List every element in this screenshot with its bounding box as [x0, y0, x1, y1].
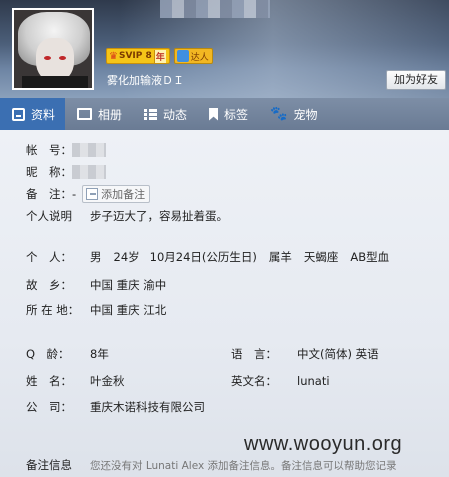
remark-label: 备注信息: [26, 458, 72, 472]
tab-bar: 资料 相册 动态 标签 🐾 宠物: [0, 98, 449, 130]
name-value: 叶金秋: [90, 374, 125, 388]
watermark: www.wooyun.org: [244, 433, 403, 455]
company-value: 重庆木诺科技有限公司: [90, 400, 205, 414]
hometown-label: 故 乡：: [26, 278, 72, 292]
remark-row: 备注信息 您还没有对 Lunati Alex 添加备注信息。备注信息可以帮助您记…: [26, 456, 446, 474]
profile-header: ♛ SVIP 8 年 达人 雾化加输液ＤＩ 加为好友: [0, 0, 449, 98]
nickname-row: 昵 称：: [26, 163, 106, 181]
bio-value: 步子迈大了，容易扯着蛋。: [90, 209, 228, 223]
zodiac-value: 天蝎座: [303, 250, 339, 264]
account-label: 帐 号：: [26, 143, 72, 157]
qage-row: Q 龄： 8年: [26, 345, 109, 363]
account-row: 帐 号：: [26, 141, 106, 159]
avatar[interactable]: [12, 8, 94, 90]
english-name-value: lunati: [297, 374, 330, 388]
note-value: -: [72, 187, 77, 201]
age-value: 24岁: [113, 250, 140, 264]
svip-badge[interactable]: ♛ SVIP 8 年: [106, 48, 170, 64]
location-row: 所 在 地： 中国 重庆 江北: [26, 301, 166, 319]
nickname-label: 昵 称：: [26, 165, 72, 179]
blood-value: AB型血: [350, 250, 390, 264]
badge-row: ♛ SVIP 8 年 达人: [106, 48, 213, 64]
nickname: 雾化加输液ＤＩ: [107, 74, 184, 87]
nickname-value-blurred: [72, 165, 106, 179]
company-row: 公 司： 重庆木诺科技有限公司: [26, 398, 205, 416]
daren-badge[interactable]: 达人: [173, 48, 213, 64]
account-value-blurred: [72, 143, 106, 157]
hometown-value: 中国 重庆 渝中: [90, 278, 167, 292]
note-row: 备 注： - 添加备注: [26, 185, 151, 203]
personal-label: 个 人：: [26, 250, 72, 264]
location-value: 中国 重庆 江北: [90, 303, 167, 317]
tab-profile[interactable]: 资料: [0, 98, 66, 130]
language-row: 语 言： 中文(简体) 英语: [231, 345, 379, 363]
name-label: 姓 名：: [26, 374, 72, 388]
language-label: 语 言：: [231, 347, 277, 361]
tab-album[interactable]: 相册: [65, 98, 132, 130]
pet-icon: 🐾: [270, 106, 288, 122]
album-icon: [77, 108, 93, 120]
edit-icon: [86, 188, 99, 200]
bio-label: 个人说明: [26, 209, 72, 223]
zodiac-cn-value: 属羊: [268, 250, 292, 264]
feed-icon: [144, 108, 158, 120]
qage-value: 8年: [90, 347, 109, 361]
hometown-row: 故 乡： 中国 重庆 渝中: [26, 276, 166, 294]
remark-value: 您还没有对 Lunati Alex 添加备注信息。备注信息可以帮助您记录: [90, 459, 397, 472]
personal-row: 个 人： 男 24岁 10月24日(公历生日) 属羊 天蝎座 AB型血: [26, 248, 389, 266]
qage-label: Q 龄：: [26, 347, 70, 361]
tab-pet[interactable]: 🐾 宠物: [258, 98, 327, 130]
company-label: 公 司：: [26, 400, 72, 414]
add-friend-button[interactable]: 加为好友: [386, 70, 446, 90]
bio-row: 个人说明 步子迈大了，容易扯着蛋。: [26, 207, 228, 225]
birthday-value: 10月24日(公历生日): [149, 250, 257, 264]
tag-icon: [209, 107, 219, 121]
daren-icon: [176, 50, 189, 62]
gender-value: 男: [90, 250, 102, 264]
blurred-title: [160, 0, 270, 18]
english-name-row: 英文名： lunati: [231, 372, 330, 390]
note-label: 备 注：: [26, 187, 72, 201]
english-name-label: 英文名：: [231, 374, 277, 388]
profile-icon: [12, 107, 25, 121]
tab-feed[interactable]: 动态: [132, 98, 197, 130]
name-row: 姓 名： 叶金秋: [26, 372, 125, 390]
tab-tags[interactable]: 标签: [197, 98, 258, 130]
location-label: 所 在 地：: [26, 303, 80, 317]
add-note-button[interactable]: 添加备注: [82, 185, 151, 203]
language-value: 中文(简体) 英语: [297, 347, 379, 361]
crown-icon: ♛: [109, 50, 118, 62]
